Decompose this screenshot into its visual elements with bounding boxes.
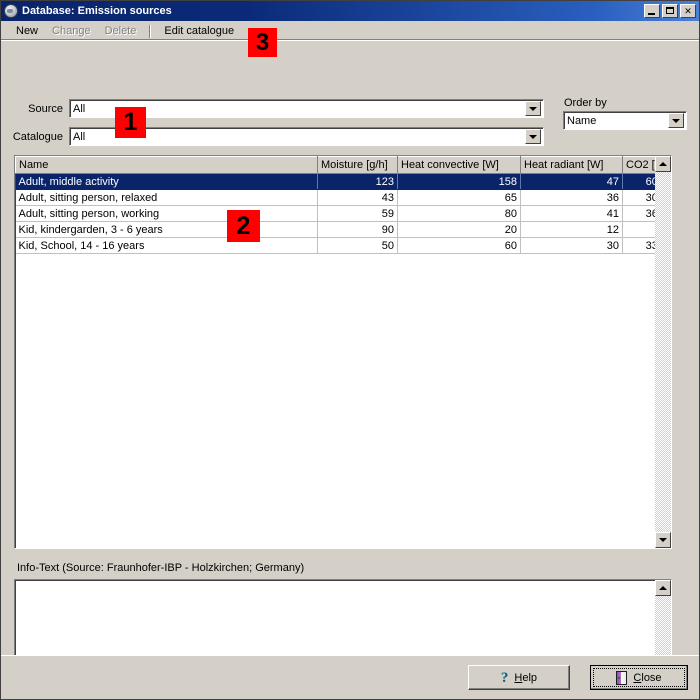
cell-moisture: 59 <box>317 205 398 222</box>
cell-moisture: 50 <box>317 237 398 254</box>
window-title: Database: Emission sources <box>22 5 172 17</box>
cell-heat-convective: 20 <box>397 221 521 238</box>
table-row[interactable]: Kid, School, 14 - 16 years 50 60 30 33,8 <box>15 237 671 254</box>
cell-name: Kid, School, 14 - 16 years <box>15 237 318 254</box>
menu-bar: New Change Delete Edit catalogue <box>1 21 699 41</box>
cell-name: Adult, sitting person, relaxed <box>15 189 318 206</box>
cell-name: Adult, middle activity <box>15 173 318 190</box>
grid-header-row: Name Moisture [g/h] Heat convective [W] … <box>15 156 671 174</box>
table-row[interactable]: Adult, middle activity 123 158 47 60,5 <box>15 173 671 190</box>
title-bar: Database: Emission sources ✕ <box>1 1 699 21</box>
minimize-icon <box>648 13 655 15</box>
triangle-up-icon <box>659 162 667 166</box>
grid-scrollbar[interactable] <box>655 156 671 548</box>
cell-moisture: 90 <box>317 221 398 238</box>
menu-item-delete: Delete <box>104 25 137 37</box>
orderby-combobox[interactable]: Name <box>563 111 687 130</box>
emission-sources-grid[interactable]: Name Moisture [g/h] Heat convective [W] … <box>14 155 672 549</box>
arrow-glyph <box>529 106 537 111</box>
arrow-glyph <box>672 118 680 123</box>
cell-name: Kid, kindergarden, 3 - 6 years <box>15 221 318 238</box>
chevron-down-icon[interactable] <box>525 129 541 144</box>
globe-icon <box>4 4 18 18</box>
orderby-label: Order by <box>564 97 607 109</box>
window-controls: ✕ <box>644 4 696 18</box>
chevron-down-icon[interactable] <box>668 113 684 128</box>
close-button[interactable]: ✕ <box>680 4 696 18</box>
cell-heat-convective: 60 <box>397 237 521 254</box>
cell-heat-convective: 158 <box>397 173 521 190</box>
column-header-moisture[interactable]: Moisture [g/h] <box>317 156 398 174</box>
menu-item-new[interactable]: New <box>9 23 45 39</box>
maximize-icon <box>666 7 674 14</box>
grid-body: Adult, middle activity 123 158 47 60,5 A… <box>15 173 671 254</box>
cell-heat-convective: 65 <box>397 189 521 206</box>
scroll-up-button[interactable] <box>655 580 671 596</box>
help-button[interactable]: ? Help <box>468 665 570 690</box>
table-row[interactable]: Adult, sitting person, working 59 80 41 … <box>15 205 671 222</box>
grid-table: Name Moisture [g/h] Heat convective [W] … <box>15 156 671 254</box>
menu-separator <box>149 24 152 38</box>
help-label-rest: elp <box>522 671 538 684</box>
menu-item-change: Change <box>52 25 91 37</box>
triangle-up-icon <box>659 586 667 590</box>
column-header-heat-radiant[interactable]: Heat radiant [W] <box>520 156 623 174</box>
cell-heat-radiant: 41 <box>520 205 623 222</box>
table-row[interactable]: Kid, kindergarden, 3 - 6 years 90 20 12 … <box>15 221 671 238</box>
cell-heat-radiant: 30 <box>520 237 623 254</box>
info-text-value <box>15 580 671 586</box>
cell-moisture: 123 <box>317 173 398 190</box>
catalogue-label: Catalogue <box>12 131 63 143</box>
close-icon: ✕ <box>684 6 692 16</box>
source-label: Source <box>28 103 63 115</box>
annotation-marker-2: 2 <box>227 210 260 242</box>
minimize-button[interactable] <box>644 4 660 18</box>
close-label-rest: lose <box>641 671 662 684</box>
close-button-bottom[interactable]: Close <box>590 665 688 690</box>
help-button-label: Help <box>514 671 538 684</box>
column-header-name[interactable]: Name <box>15 156 318 174</box>
maximize-button[interactable] <box>662 4 678 18</box>
button-bar: ? Help Close <box>1 655 699 699</box>
scroll-up-button[interactable] <box>655 156 671 172</box>
client-area: Source All Catalogue All Order by Name N… <box>1 41 699 699</box>
chevron-down-icon[interactable] <box>525 101 541 116</box>
cell-heat-radiant: 12 <box>520 221 623 238</box>
menu-item-edit-catalogue[interactable]: Edit catalogue <box>157 23 241 39</box>
orderby-value: Name <box>567 114 597 127</box>
cell-name: Adult, sitting person, working <box>15 205 318 222</box>
cell-heat-convective: 80 <box>397 205 521 222</box>
scroll-down-button[interactable] <box>655 532 671 548</box>
column-header-heat-convective[interactable]: Heat convective [W] <box>397 156 521 174</box>
cell-moisture: 43 <box>317 189 398 206</box>
question-mark-icon: ? <box>500 669 509 686</box>
cell-heat-radiant: 47 <box>520 173 623 190</box>
annotation-marker-3: 3 <box>248 28 277 57</box>
close-button-label: Close <box>633 671 662 684</box>
arrow-glyph <box>529 134 537 139</box>
info-text-label: Info-Text (Source: Fraunhofer-IBP - Holz… <box>17 562 305 574</box>
cell-heat-radiant: 36 <box>520 189 623 206</box>
door-exit-icon <box>616 670 628 685</box>
table-row[interactable]: Adult, sitting person, relaxed 43 65 36 … <box>15 189 671 206</box>
database-window: Database: Emission sources ✕ New Change … <box>0 0 700 700</box>
annotation-marker-1: 1 <box>115 107 146 138</box>
triangle-down-icon <box>659 538 667 542</box>
